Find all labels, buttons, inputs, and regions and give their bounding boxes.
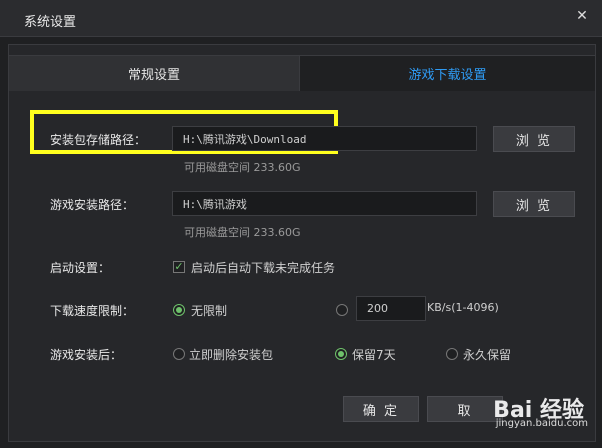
keep-7-days-label: 保留7天 <box>352 348 396 362</box>
keep-forever-radio[interactable] <box>446 348 458 360</box>
package-path-label: 安装包存储路径： <box>50 133 147 147</box>
speed-unlimited-radio[interactable] <box>173 304 185 316</box>
speed-unit-range: KB/s(1-4096) <box>427 301 499 314</box>
install-disk-space: 可用磁盘空间 233.60G <box>184 226 301 239</box>
delete-immediately-radio[interactable] <box>173 348 185 360</box>
cancel-button[interactable]: 取 <box>427 396 503 422</box>
speed-limit-input[interactable]: 200 <box>356 296 426 321</box>
after-install-label: 游戏安装后： <box>50 348 123 362</box>
keep-forever-label: 永久保留 <box>463 348 512 362</box>
tab-general-settings[interactable]: 常规设置 <box>9 55 300 91</box>
delete-immediately-label: 立即删除安装包 <box>189 348 274 362</box>
close-icon[interactable]: ✕ <box>572 6 592 26</box>
keep-7-days-radio[interactable] <box>335 348 347 360</box>
auto-download-label: 启动后自动下载未完成任务 <box>191 261 336 275</box>
confirm-button[interactable]: 确 定 <box>343 396 419 422</box>
install-path-browse-button[interactable]: 浏 览 <box>493 191 575 217</box>
speed-limit-radio[interactable] <box>336 304 348 316</box>
package-path-input[interactable]: H:\腾讯游戏\Download <box>172 126 477 151</box>
settings-panel: 常规设置 游戏下载设置 <box>8 44 596 442</box>
startup-label: 启动设置： <box>50 261 111 275</box>
baidu-watermark-url: jingyan.baidu.com <box>495 418 588 429</box>
window-title: 系统设置 <box>24 15 77 30</box>
tab-bar: 常规设置 游戏下载设置 <box>9 55 595 91</box>
tab-game-download-settings[interactable]: 游戏下载设置 <box>300 55 595 91</box>
install-path-input[interactable]: H:\腾讯游戏 <box>172 191 477 216</box>
speed-unlimited-label: 无限制 <box>191 304 228 318</box>
speed-limit-label: 下载速度限制： <box>50 304 135 318</box>
auto-download-checkbox[interactable]: ✓ <box>173 261 185 273</box>
package-path-browse-button[interactable]: 浏 览 <box>493 126 575 152</box>
install-path-label: 游戏安装路径： <box>50 198 135 212</box>
package-disk-space: 可用磁盘空间 233.60G <box>184 161 301 174</box>
title-bar: 系统设置 ✕ <box>0 0 602 37</box>
